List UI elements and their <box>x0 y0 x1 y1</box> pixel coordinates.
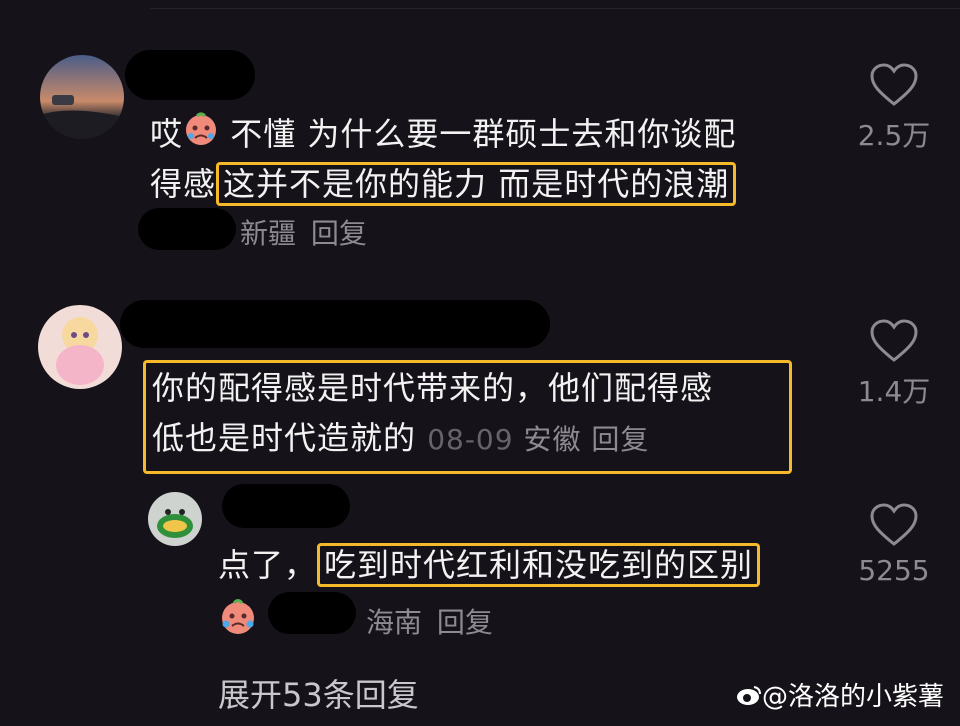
heart-outline-icon <box>870 319 918 362</box>
location: 安徽 <box>523 423 582 456</box>
heart-outline-icon <box>870 63 918 106</box>
reply-meta: 海南 回复 <box>366 601 493 641</box>
highlight-box: 这并不是你的能力 而是时代的浪潮 <box>216 162 737 206</box>
like-button[interactable]: 2.5万 <box>854 62 934 154</box>
username-redacted <box>120 300 550 348</box>
weibo-logo-icon <box>736 683 762 713</box>
avatar[interactable] <box>40 55 124 139</box>
reply-button[interactable]: 回复 <box>591 423 649 456</box>
like-count: 5255 <box>858 554 930 587</box>
heart-outline-icon <box>870 503 918 546</box>
comment-meta: 08-09 安徽 回复 <box>427 423 649 456</box>
duck-avatar <box>157 509 193 538</box>
divider <box>150 8 960 9</box>
reply-button[interactable]: 回复 <box>437 606 493 639</box>
location: 海南 <box>366 606 423 639</box>
comment-text: 你的配得感是时代带来的，他们配得感 <box>152 369 714 407</box>
reply-button[interactable]: 回复 <box>311 217 367 250</box>
timestamp: 08-09 <box>427 423 514 456</box>
comment-text: 哎 不懂 为什么要一群硕士去和你谈配 <box>150 110 736 161</box>
like-button[interactable]: 5255 <box>854 502 934 587</box>
highlight-box: 吃到时代红利和没吃到的区别 <box>317 543 761 587</box>
comment-text-line2: 低也是时代造就的 08-09 安徽 回复 <box>152 419 650 457</box>
anime-girl-avatar <box>56 317 104 385</box>
username-redacted <box>125 50 255 100</box>
crying-emoji-icon <box>218 597 258 641</box>
crying-emoji-icon <box>183 112 219 161</box>
avatar[interactable] <box>148 492 202 546</box>
car-interior-icon <box>40 95 124 139</box>
like-count: 1.4万 <box>857 375 931 408</box>
username-redacted <box>222 484 350 528</box>
comment-text-line2: 得感 这并不是你的能力 而是时代的浪潮 <box>150 160 737 208</box>
watermark: @洛洛的小紫薯 <box>736 676 944 713</box>
username-redacted <box>138 208 236 250</box>
expand-replies-button[interactable]: 展开53条回复 <box>218 670 419 716</box>
comment-meta: 新疆 回复 <box>240 212 367 252</box>
username-redacted <box>268 592 356 634</box>
like-button[interactable]: 1.4万 <box>854 318 934 410</box>
avatar[interactable] <box>38 305 122 389</box>
like-count: 2.5万 <box>857 119 931 152</box>
location: 新疆 <box>240 217 297 250</box>
reply-text: 点了， 吃到时代红利和没吃到的区别 <box>218 541 761 589</box>
